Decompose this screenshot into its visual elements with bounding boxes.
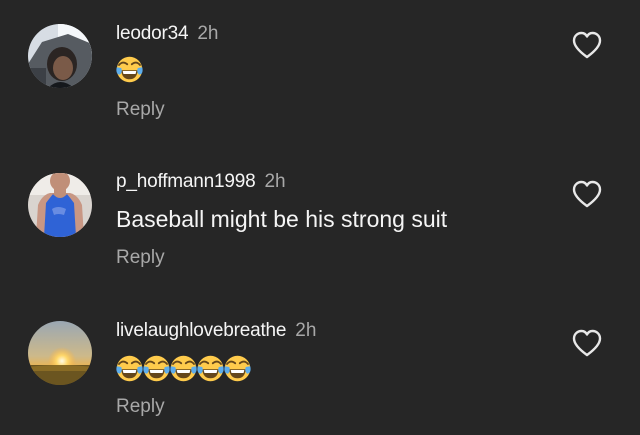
timestamp: 2h (197, 23, 219, 44)
reply-button[interactable]: Reply (116, 99, 165, 121)
face-with-tears-of-joy-icon (143, 355, 170, 382)
comment-text: Baseball might be his strong suit (116, 206, 448, 232)
comment-header: leodor34 2h (116, 23, 219, 45)
comment-item: livelaughlovebreathe 2h Reply (0, 297, 640, 435)
timestamp: 2h (295, 320, 317, 341)
comment-emojis (116, 56, 143, 83)
comment-header: p_hoffmann1998 2h (116, 171, 286, 193)
face-with-tears-of-joy-icon (116, 355, 143, 382)
face-with-tears-of-joy-icon (116, 56, 143, 83)
username[interactable]: leodor34 (116, 23, 189, 44)
heart-outline-icon[interactable] (571, 328, 603, 358)
face-with-tears-of-joy-icon (224, 355, 251, 382)
comment-header: livelaughlovebreathe 2h (116, 320, 316, 342)
face-with-tears-of-joy-icon (170, 355, 197, 382)
reply-button[interactable]: Reply (116, 247, 165, 269)
avatar[interactable] (28, 24, 92, 88)
comment-item: leodor34 2h Reply (0, 0, 640, 140)
avatar[interactable] (28, 173, 92, 237)
username[interactable]: p_hoffmann1998 (116, 171, 256, 192)
username[interactable]: livelaughlovebreathe (116, 320, 286, 341)
comments-list: leodor34 2h Reply p_hoffmann1998 2h Baseba… (0, 0, 640, 435)
comment-emojis (116, 355, 251, 382)
heart-outline-icon[interactable] (571, 30, 603, 60)
avatar[interactable] (28, 321, 92, 385)
reply-button[interactable]: Reply (116, 396, 165, 418)
comment-item: p_hoffmann1998 2h Baseball might be his s… (0, 148, 640, 288)
timestamp: 2h (264, 171, 286, 192)
face-with-tears-of-joy-icon (197, 355, 224, 382)
heart-outline-icon[interactable] (571, 179, 603, 209)
